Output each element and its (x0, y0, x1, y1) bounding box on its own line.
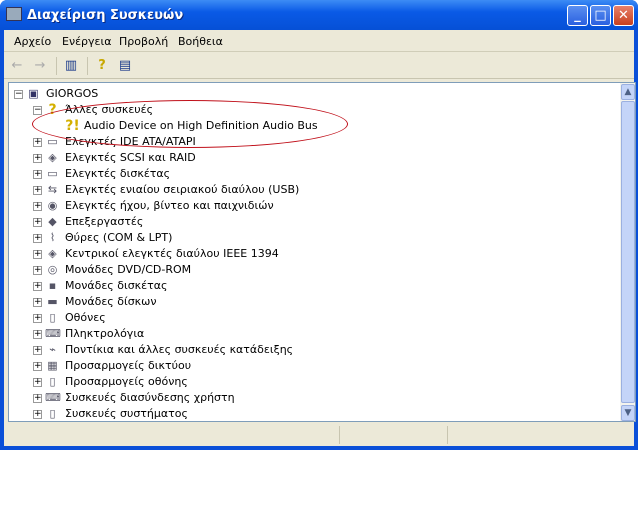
tree-item-label: Κεντρικοί ελεγκτές διαύλου IEEE 1394 (65, 247, 279, 260)
tree-item-label: Συσκευές διασύνδεσης χρήστη (65, 391, 235, 404)
tree-item-label: Μονάδες δισκέτας (65, 279, 168, 292)
device-category-icon: ⌇ (49, 231, 56, 244)
expand-icon[interactable]: + (33, 250, 42, 259)
scroll-thumb[interactable] (621, 101, 635, 403)
tree-item-label: Οθόνες (65, 311, 106, 324)
tree-item-label: Θύρες (COM & LPT) (65, 231, 173, 244)
scroll-up-button[interactable]: ▲ (621, 84, 635, 100)
tree-item-label: Προσαρμογείς δικτύου (65, 359, 192, 372)
expand-icon[interactable]: + (33, 202, 42, 211)
expand-icon[interactable]: + (33, 154, 42, 163)
expand-icon[interactable]: + (33, 410, 42, 419)
tree-item-label: Ελεγκτές SCSI και RAID (65, 151, 196, 164)
menu-action[interactable]: Ενέργεια (62, 35, 111, 48)
expand-icon[interactable]: + (33, 362, 42, 371)
device-category-icon: ⌨ (45, 391, 61, 404)
device-category-icon: ◆ (48, 215, 57, 228)
device-category-icon: ▯ (49, 375, 56, 388)
menu-bar: Αρχείο Ενέργεια Προβολή Βοήθεια (4, 30, 634, 52)
help-button[interactable]: ? (93, 57, 111, 75)
tree-root-label: GIORGOS (46, 87, 99, 100)
expand-icon[interactable]: + (33, 330, 42, 339)
device-category-icon: ▭ (47, 167, 58, 180)
tree-item-label: Ελεγκτές δισκέτας (65, 167, 171, 180)
properties-button[interactable]: ▤ (116, 57, 134, 75)
device-category-icon: ⇆ (47, 183, 58, 196)
client-area: Αρχείο Ενέργεια Προβολή Βοήθεια ← → ▥ ? … (4, 30, 636, 446)
expand-icon[interactable]: + (33, 378, 42, 387)
close-button[interactable]: ✕ (613, 5, 634, 26)
expand-icon[interactable]: + (33, 282, 42, 291)
device-category-icon: ▬ (47, 295, 58, 308)
device-category-icon: ▦ (47, 359, 58, 372)
device-category-icon: ⌁ (49, 343, 56, 356)
window-title: Διαχείριση Συσκευών (27, 8, 184, 23)
expand-icon[interactable]: + (33, 298, 42, 307)
expand-icon[interactable]: + (33, 218, 42, 227)
maximize-button[interactable]: □ (590, 5, 611, 26)
tree-item-label: Μονάδες DVD/CD-ROM (65, 263, 192, 276)
annotation-ellipse (32, 100, 348, 148)
expand-icon[interactable]: + (33, 138, 42, 147)
expand-icon[interactable]: + (33, 394, 42, 403)
device-category-icon: ◈ (48, 247, 57, 260)
computer-icon (6, 7, 22, 21)
toolbar: ← → ▥ ? ▤ (4, 53, 634, 79)
device-manager-window: Διαχείριση Συσκευών _ □ ✕ Αρχείο Ενέργει… (0, 0, 638, 450)
computer-icon: ▣ (28, 87, 39, 100)
device-category-icon: ◎ (47, 263, 58, 276)
expand-icon[interactable]: + (33, 266, 42, 275)
minimize-button[interactable]: _ (567, 5, 588, 26)
forward-button[interactable]: → (31, 57, 49, 75)
status-divider (447, 426, 448, 444)
tree-item-label: Πληκτρολόγια (65, 327, 145, 340)
device-category-icon: ▯ (49, 311, 56, 324)
device-category-icon: ◈ (48, 151, 57, 164)
collapse-icon[interactable]: − (33, 106, 42, 115)
tree-item-label: Ελεγκτές ενιαίου σειριακού διαύλου (USB) (65, 183, 300, 196)
title-bar: Διαχείριση Συσκευών _ □ ✕ (0, 0, 638, 30)
collapse-icon[interactable]: − (14, 90, 23, 99)
expand-icon[interactable]: + (33, 314, 42, 323)
toolbar-separator (87, 57, 88, 75)
status-divider (339, 426, 340, 444)
menu-help[interactable]: Βοήθεια (178, 35, 223, 48)
device-category-icon: ▪ (48, 279, 57, 292)
toolbar-separator (56, 57, 57, 75)
show-hide-tree-button[interactable]: ▥ (62, 57, 80, 75)
device-category-icon: ⌨ (45, 327, 61, 340)
menu-file[interactable]: Αρχείο (14, 35, 51, 48)
tree-item-label: Ελεγκτές ήχου, βίντεο και παιχνιδιών (65, 199, 274, 212)
vertical-scrollbar[interactable]: ▲ ▼ (620, 82, 636, 422)
menu-view[interactable]: Προβολή (119, 35, 168, 48)
tree-item-label: Ποντίκια και άλλες συσκευές κατάδειξης (65, 343, 294, 356)
back-button[interactable]: ← (8, 57, 26, 75)
tree-item-label: Προσαρμογείς οθόνης (65, 375, 188, 388)
expand-icon[interactable]: + (33, 186, 42, 195)
expand-icon[interactable]: + (33, 234, 42, 243)
expand-icon[interactable]: + (33, 170, 42, 179)
device-category-icon: ▯ (49, 407, 56, 420)
tree-item-label: Μονάδες δίσκων (65, 295, 157, 308)
scroll-down-button[interactable]: ▼ (621, 405, 635, 421)
tree-item-label: Επεξεργαστές (65, 215, 144, 228)
device-category-icon: ◉ (47, 199, 58, 212)
expand-icon[interactable]: + (33, 346, 42, 355)
tree-item-label: Συσκευές συστήματος (65, 407, 188, 420)
status-bar (4, 424, 634, 446)
